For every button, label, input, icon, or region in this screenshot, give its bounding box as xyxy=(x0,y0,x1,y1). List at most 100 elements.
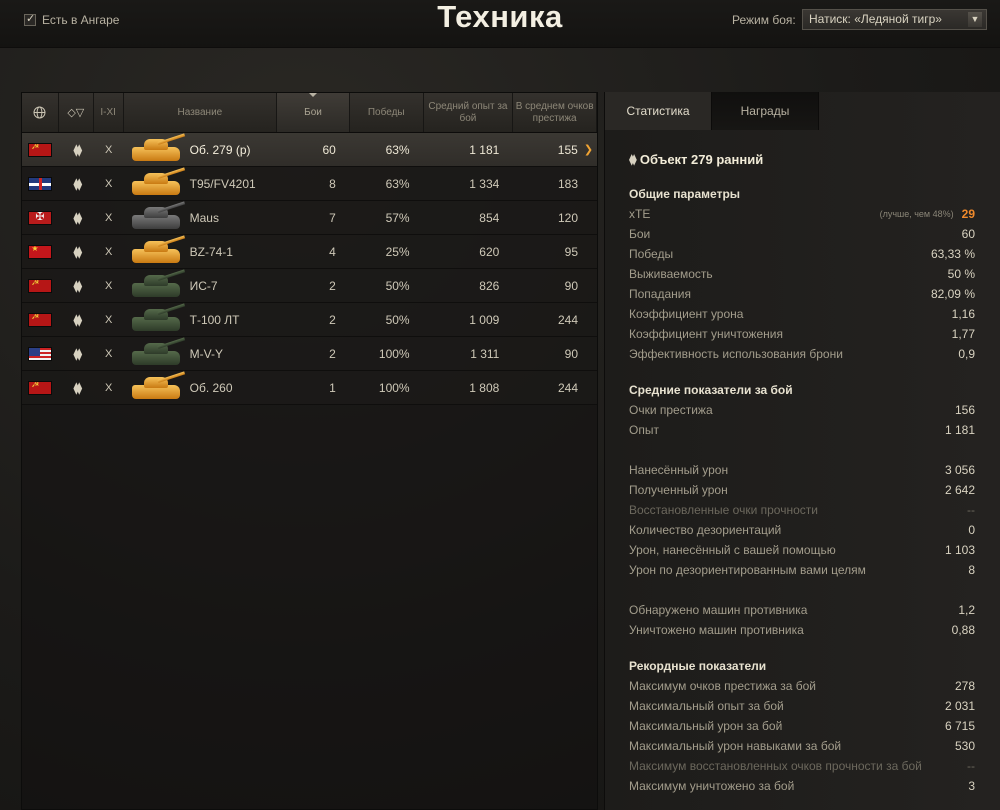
column-tier[interactable]: I-XI xyxy=(94,93,124,132)
stat-label: Максимум уничтожено за бой xyxy=(629,779,795,793)
column-avg-xp[interactable]: Средний опыт за бой xyxy=(424,93,514,132)
nation-cell xyxy=(22,337,59,370)
tier-cell: X xyxy=(94,201,124,234)
table-row[interactable]: ⧫⧫ X M-V-Y 2 100% 1 311 90 xyxy=(22,336,597,371)
heavy-tank-icon: ⧫⧫ xyxy=(73,346,82,361)
chevron-down-icon[interactable]: ▼ xyxy=(968,12,982,27)
chevron-right-icon: ❯ xyxy=(583,144,594,156)
stat-row: Выживаемость 50 % xyxy=(629,264,975,284)
tank-image xyxy=(128,166,186,200)
nation-flag-icon xyxy=(28,210,53,225)
nation-flag-icon xyxy=(28,142,53,157)
battles-cell: 2 xyxy=(329,346,336,361)
stat-label: Урон, нанесённый с вашей помощью xyxy=(629,543,836,557)
tier-cell: X xyxy=(94,235,124,268)
name-cell: Т-100 ЛТ xyxy=(124,302,277,336)
avg-prestige-cell: 155 ❯ xyxy=(513,133,597,166)
avg-xp-cell: 1 181 xyxy=(469,142,500,157)
avg-prestige-cell: 244 xyxy=(513,303,597,336)
stat-value: 8 xyxy=(968,563,975,577)
vehicle-class-icon: ◇▽ xyxy=(67,106,85,119)
stat-row: Очки престижа 156 xyxy=(629,400,975,420)
class-cell: ⧫⧫ xyxy=(59,201,94,234)
tier-cell: X xyxy=(94,269,124,302)
stat-value: 6 715 xyxy=(944,719,975,733)
stat-row: Максимум уничтожено за бой 3 xyxy=(629,776,975,796)
average-stats: Очки престижа 156 Опыт 1 181 Нанесённый урон… xyxy=(629,400,975,640)
tier-cell: X xyxy=(94,337,124,370)
class-cell: ⧫⧫ xyxy=(59,269,94,302)
stat-row: Полученный урон 2 642 xyxy=(629,480,975,500)
column-avg-prestige[interactable]: В среднем очков престижа xyxy=(513,93,597,132)
tier-value: X xyxy=(105,381,113,394)
table-row[interactable]: ⧫⧫ X ИС-7 2 50% 826 90 xyxy=(22,268,597,303)
stat-value: 1 103 xyxy=(944,543,975,557)
table-row[interactable]: ⧫⧫ X Об. 279 (р) 60 63% 1 181 155 ❯ xyxy=(22,132,597,167)
stat-label: Максимальный опыт за бой xyxy=(629,699,784,713)
column-nation[interactable] xyxy=(22,93,59,132)
nation-flag-icon xyxy=(28,346,53,361)
nation-cell xyxy=(22,303,59,336)
table-row[interactable]: ⧫⧫ X Т-100 ЛТ 2 50% 1 009 244 xyxy=(22,302,597,337)
avg-xp-cell: 1 808 xyxy=(469,380,500,395)
stat-label: xTE xyxy=(629,207,651,221)
stat-value: 50 % xyxy=(947,267,975,281)
stat-value: 530 xyxy=(954,739,975,753)
table-row[interactable]: ⧫⧫ X Об. 260 1 100% 1 808 244 xyxy=(22,370,597,405)
column-class[interactable]: ◇▽ xyxy=(59,93,94,132)
tier-value: X xyxy=(105,313,113,326)
avg-prestige-cell: 244 xyxy=(513,371,597,404)
stat-row: Урон, нанесённый с вашей помощью 1 103 xyxy=(629,540,975,560)
stat-row: Количество дезориентаций 0 xyxy=(629,520,975,540)
tank-image xyxy=(128,200,186,234)
stat-label: Максимальный урон навыками за бой xyxy=(629,739,842,753)
avg-prestige-value: 183 xyxy=(558,176,579,191)
stat-value: 1,2 xyxy=(958,603,975,617)
general-section-title: Общие параметры xyxy=(629,187,741,201)
stat-row: Бои 60 xyxy=(629,224,975,244)
avg-prestige-value: 90 xyxy=(564,278,579,293)
stat-label: Обнаружено машин противника xyxy=(629,603,808,617)
tab-awards[interactable]: Награды xyxy=(712,92,819,130)
table-row[interactable]: ⧫⧫ X T95/FV4201 8 63% 1 334 183 xyxy=(22,166,597,201)
tab-statistics[interactable]: Статистика xyxy=(605,92,712,130)
stat-value: 0 xyxy=(968,523,975,537)
wins-cell: 100% xyxy=(378,346,410,361)
stat-row: Попадания 82,09 % xyxy=(629,284,975,304)
battles-cell: 1 xyxy=(329,380,336,395)
battle-mode-dropdown[interactable]: Натиск: «Ледяной тигр» ▼ xyxy=(802,9,987,30)
nation-flag-icon xyxy=(28,278,53,293)
stat-row: Максимум очков престижа за бой 278 xyxy=(629,676,975,696)
stat-row-xte: xTE (лучше, чем 48%) 29 xyxy=(629,204,975,224)
column-battles[interactable]: Бои xyxy=(277,93,350,132)
stat-label: Максимум очков престижа за бой xyxy=(629,679,816,693)
stat-value: 3 xyxy=(968,779,975,793)
table-row[interactable]: ⧫⧫ X Maus 7 57% 854 120 xyxy=(22,200,597,235)
nation-flag-icon xyxy=(28,380,53,395)
tier-cell: X xyxy=(94,167,124,200)
column-name[interactable]: Название xyxy=(124,93,278,132)
stat-label: Бои xyxy=(629,227,651,241)
table-row[interactable]: ⧫⧫ X BZ-74-1 4 25% 620 95 xyxy=(22,234,597,269)
tier-value: X xyxy=(105,211,113,224)
class-cell: ⧫⧫ xyxy=(59,337,94,370)
name-cell: Maus xyxy=(124,200,277,234)
vehicle-name: Объект 279 ранний xyxy=(639,151,764,167)
tank-image xyxy=(128,336,186,370)
class-cell: ⧫⧫ xyxy=(59,167,94,200)
stat-row: Уничтожено машин противника 0,88 xyxy=(629,620,975,640)
top-bar: Есть в Ангаре Техника Режим боя: Натиск:… xyxy=(0,0,1000,48)
stat-label: Максимальный урон за бой xyxy=(629,719,783,733)
stat-row: Урон по дезориентированным вами целям 8 xyxy=(629,560,975,580)
heavy-tank-icon: ⧫⧫ xyxy=(73,210,82,225)
tank-image xyxy=(128,132,186,166)
avg-prestige-value: 90 xyxy=(564,346,579,361)
heavy-tank-icon: ⧫⧫ xyxy=(73,278,82,293)
stat-label: Победы xyxy=(629,247,674,261)
column-wins[interactable]: Победы xyxy=(350,93,424,132)
avg-prestige-cell: 90 xyxy=(513,269,597,302)
tank-name: T95/FV4201 xyxy=(189,176,256,191)
stat-value: 82,09 % xyxy=(930,287,975,301)
wins-cell: 100% xyxy=(378,380,410,395)
avg-xp-cell: 826 xyxy=(479,278,500,293)
